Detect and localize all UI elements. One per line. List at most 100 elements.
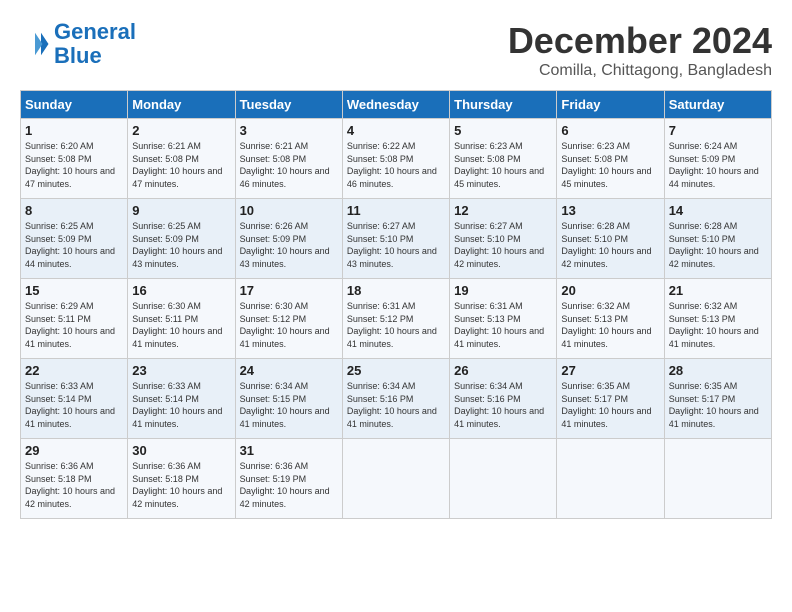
calendar-cell: 28 Sunrise: 6:35 AM Sunset: 5:17 PM Dayl… [664,359,771,439]
logo: General Blue [20,20,136,68]
calendar-cell: 29 Sunrise: 6:36 AM Sunset: 5:18 PM Dayl… [21,439,128,519]
calendar-week-row: 15 Sunrise: 6:29 AM Sunset: 5:11 PM Dayl… [21,279,772,359]
day-number: 6 [561,123,659,138]
day-number: 26 [454,363,552,378]
day-info: Sunrise: 6:25 AM Sunset: 5:09 PM Dayligh… [25,220,123,270]
day-info: Sunrise: 6:21 AM Sunset: 5:08 PM Dayligh… [240,140,338,190]
day-info: Sunrise: 6:30 AM Sunset: 5:11 PM Dayligh… [132,300,230,350]
calendar-cell: 1 Sunrise: 6:20 AM Sunset: 5:08 PM Dayli… [21,119,128,199]
day-number: 9 [132,203,230,218]
calendar-week-row: 1 Sunrise: 6:20 AM Sunset: 5:08 PM Dayli… [21,119,772,199]
calendar-cell: 3 Sunrise: 6:21 AM Sunset: 5:08 PM Dayli… [235,119,342,199]
day-info: Sunrise: 6:28 AM Sunset: 5:10 PM Dayligh… [561,220,659,270]
calendar-table: Sunday Monday Tuesday Wednesday Thursday… [20,90,772,519]
day-number: 31 [240,443,338,458]
calendar-cell [450,439,557,519]
calendar-cell [342,439,449,519]
calendar-cell: 15 Sunrise: 6:29 AM Sunset: 5:11 PM Dayl… [21,279,128,359]
day-number: 2 [132,123,230,138]
day-info: Sunrise: 6:35 AM Sunset: 5:17 PM Dayligh… [669,380,767,430]
day-info: Sunrise: 6:21 AM Sunset: 5:08 PM Dayligh… [132,140,230,190]
day-number: 4 [347,123,445,138]
day-info: Sunrise: 6:20 AM Sunset: 5:08 PM Dayligh… [25,140,123,190]
calendar-cell: 20 Sunrise: 6:32 AM Sunset: 5:13 PM Dayl… [557,279,664,359]
day-info: Sunrise: 6:36 AM Sunset: 5:19 PM Dayligh… [240,460,338,510]
header: General Blue December 2024 Comilla, Chit… [20,20,772,80]
header-sunday: Sunday [21,91,128,119]
day-number: 12 [454,203,552,218]
day-info: Sunrise: 6:34 AM Sunset: 5:16 PM Dayligh… [454,380,552,430]
calendar-cell: 13 Sunrise: 6:28 AM Sunset: 5:10 PM Dayl… [557,199,664,279]
day-number: 29 [25,443,123,458]
calendar-cell [664,439,771,519]
calendar-cell: 17 Sunrise: 6:30 AM Sunset: 5:12 PM Dayl… [235,279,342,359]
day-number: 16 [132,283,230,298]
day-info: Sunrise: 6:32 AM Sunset: 5:13 PM Dayligh… [669,300,767,350]
day-number: 30 [132,443,230,458]
calendar-cell: 24 Sunrise: 6:34 AM Sunset: 5:15 PM Dayl… [235,359,342,439]
calendar-cell: 6 Sunrise: 6:23 AM Sunset: 5:08 PM Dayli… [557,119,664,199]
calendar-cell: 23 Sunrise: 6:33 AM Sunset: 5:14 PM Dayl… [128,359,235,439]
day-number: 20 [561,283,659,298]
day-number: 22 [25,363,123,378]
day-info: Sunrise: 6:32 AM Sunset: 5:13 PM Dayligh… [561,300,659,350]
logo-icon [20,29,50,59]
calendar-cell: 10 Sunrise: 6:26 AM Sunset: 5:09 PM Dayl… [235,199,342,279]
day-info: Sunrise: 6:30 AM Sunset: 5:12 PM Dayligh… [240,300,338,350]
day-info: Sunrise: 6:35 AM Sunset: 5:17 PM Dayligh… [561,380,659,430]
day-info: Sunrise: 6:24 AM Sunset: 5:09 PM Dayligh… [669,140,767,190]
day-number: 7 [669,123,767,138]
day-number: 11 [347,203,445,218]
day-info: Sunrise: 6:34 AM Sunset: 5:15 PM Dayligh… [240,380,338,430]
day-number: 10 [240,203,338,218]
day-info: Sunrise: 6:22 AM Sunset: 5:08 PM Dayligh… [347,140,445,190]
day-info: Sunrise: 6:33 AM Sunset: 5:14 PM Dayligh… [25,380,123,430]
day-number: 19 [454,283,552,298]
calendar-cell: 2 Sunrise: 6:21 AM Sunset: 5:08 PM Dayli… [128,119,235,199]
header-wednesday: Wednesday [342,91,449,119]
day-number: 15 [25,283,123,298]
day-info: Sunrise: 6:23 AM Sunset: 5:08 PM Dayligh… [561,140,659,190]
day-number: 14 [669,203,767,218]
calendar-week-row: 22 Sunrise: 6:33 AM Sunset: 5:14 PM Dayl… [21,359,772,439]
calendar-cell: 21 Sunrise: 6:32 AM Sunset: 5:13 PM Dayl… [664,279,771,359]
calendar-week-row: 8 Sunrise: 6:25 AM Sunset: 5:09 PM Dayli… [21,199,772,279]
day-number: 8 [25,203,123,218]
day-number: 27 [561,363,659,378]
calendar-cell: 22 Sunrise: 6:33 AM Sunset: 5:14 PM Dayl… [21,359,128,439]
calendar-cell: 11 Sunrise: 6:27 AM Sunset: 5:10 PM Dayl… [342,199,449,279]
calendar-cell [557,439,664,519]
calendar-cell: 31 Sunrise: 6:36 AM Sunset: 5:19 PM Dayl… [235,439,342,519]
calendar-title: December 2024 [508,20,772,62]
day-info: Sunrise: 6:25 AM Sunset: 5:09 PM Dayligh… [132,220,230,270]
day-info: Sunrise: 6:36 AM Sunset: 5:18 PM Dayligh… [132,460,230,510]
calendar-cell: 8 Sunrise: 6:25 AM Sunset: 5:09 PM Dayli… [21,199,128,279]
calendar-cell: 12 Sunrise: 6:27 AM Sunset: 5:10 PM Dayl… [450,199,557,279]
calendar-header: Sunday Monday Tuesday Wednesday Thursday… [21,91,772,119]
day-number: 3 [240,123,338,138]
title-section: December 2024 Comilla, Chittagong, Bangl… [508,20,772,80]
calendar-week-row: 29 Sunrise: 6:36 AM Sunset: 5:18 PM Dayl… [21,439,772,519]
day-info: Sunrise: 6:26 AM Sunset: 5:09 PM Dayligh… [240,220,338,270]
calendar-cell: 30 Sunrise: 6:36 AM Sunset: 5:18 PM Dayl… [128,439,235,519]
day-info: Sunrise: 6:29 AM Sunset: 5:11 PM Dayligh… [25,300,123,350]
day-number: 13 [561,203,659,218]
calendar-cell: 14 Sunrise: 6:28 AM Sunset: 5:10 PM Dayl… [664,199,771,279]
day-number: 28 [669,363,767,378]
day-info: Sunrise: 6:23 AM Sunset: 5:08 PM Dayligh… [454,140,552,190]
calendar-body: 1 Sunrise: 6:20 AM Sunset: 5:08 PM Dayli… [21,119,772,519]
day-number: 23 [132,363,230,378]
calendar-cell: 4 Sunrise: 6:22 AM Sunset: 5:08 PM Dayli… [342,119,449,199]
logo-line1: General [54,19,136,44]
logo-line2: Blue [54,43,102,68]
calendar-cell: 19 Sunrise: 6:31 AM Sunset: 5:13 PM Dayl… [450,279,557,359]
calendar-subtitle: Comilla, Chittagong, Bangladesh [508,62,772,80]
day-info: Sunrise: 6:27 AM Sunset: 5:10 PM Dayligh… [454,220,552,270]
calendar-cell: 7 Sunrise: 6:24 AM Sunset: 5:09 PM Dayli… [664,119,771,199]
day-number: 17 [240,283,338,298]
logo-text: General Blue [54,20,136,68]
day-number: 5 [454,123,552,138]
header-monday: Monday [128,91,235,119]
day-info: Sunrise: 6:31 AM Sunset: 5:12 PM Dayligh… [347,300,445,350]
header-row: Sunday Monday Tuesday Wednesday Thursday… [21,91,772,119]
